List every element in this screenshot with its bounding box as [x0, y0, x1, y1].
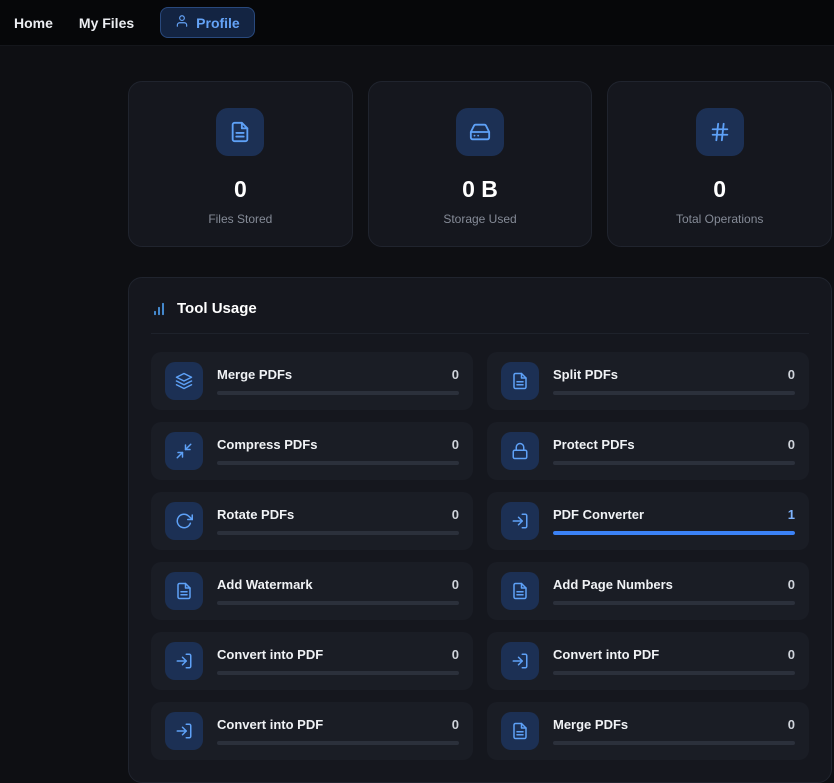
tool-count: 0 [451, 647, 459, 662]
total-operations-value: 0 [713, 176, 727, 202]
storage-used-label: Storage Used [443, 212, 517, 226]
file-text-icon [501, 712, 539, 750]
tool-label: PDF Converter [553, 507, 645, 522]
tool-progress-track [217, 671, 459, 675]
tool-label: Split PDFs [553, 367, 619, 382]
file-text-icon [501, 362, 539, 400]
tool-usage-item: Merge PDFs 0 [151, 352, 473, 410]
import-icon [501, 502, 539, 540]
tool-usage-item: Add Watermark 0 [151, 562, 473, 620]
minimize-icon [165, 432, 203, 470]
tool-progress-track [553, 601, 795, 605]
tool-usage-item: Convert into PDF 0 [487, 632, 809, 690]
tool-progress-fill [553, 531, 795, 535]
stat-card-total-operations: 0 Total Operations [607, 81, 833, 247]
tool-label: Merge PDFs [553, 717, 629, 732]
tool-usage-grid: Merge PDFs 0 Split PDFs 0 Compress PDFs … [151, 352, 809, 760]
tool-count: 0 [787, 437, 795, 452]
total-operations-label: Total Operations [675, 212, 764, 226]
stat-card-files-stored: 0 Files Stored [128, 81, 353, 247]
tool-usage-item: Protect PDFs 0 [487, 422, 809, 480]
tool-progress-track [553, 671, 795, 675]
rotate-cw-icon [165, 502, 203, 540]
tool-usage-card: Tool Usage Merge PDFs 0 Split PDFs 0 Com… [128, 277, 832, 783]
file-text-icon [165, 572, 203, 610]
tool-progress-track [553, 461, 795, 465]
tool-count: 1 [787, 507, 795, 522]
stats-row: 0 Files Stored 0 B Storage Used 0 Total … [128, 81, 833, 247]
tool-label: Add Watermark [217, 577, 313, 592]
tool-count: 0 [787, 367, 795, 382]
nav-item-home[interactable]: Home [14, 15, 53, 31]
files-stored-label: Files Stored [208, 212, 273, 226]
tool-label: Add Page Numbers [553, 577, 673, 592]
import-icon [501, 642, 539, 680]
tool-progress-track [217, 461, 459, 465]
tool-usage-item: Rotate PDFs 0 [151, 492, 473, 550]
tool-label: Protect PDFs [553, 437, 635, 452]
hard-drive-icon [456, 108, 504, 156]
nav-profile-label: Profile [196, 14, 240, 31]
tool-progress-track [217, 531, 459, 535]
tool-usage-item: Add Page Numbers 0 [487, 562, 809, 620]
stat-card-storage-used: 0 B Storage Used [367, 81, 593, 247]
tool-usage-item: Convert into PDF 0 [151, 632, 473, 690]
user-icon [175, 14, 189, 31]
tool-progress-track [553, 531, 795, 535]
tool-count: 0 [787, 717, 795, 732]
tool-usage-header: Tool Usage [151, 300, 809, 334]
tool-progress-track [217, 391, 459, 395]
tool-label: Rotate PDFs [217, 507, 295, 522]
import-icon [165, 712, 203, 750]
layers-icon [165, 362, 203, 400]
tool-count: 0 [451, 577, 459, 592]
tool-label: Convert into PDF [553, 647, 660, 662]
tool-usage-item: Split PDFs 0 [487, 352, 809, 410]
tool-label: Merge PDFs [217, 367, 293, 382]
tool-count: 0 [787, 577, 795, 592]
files-stored-value: 0 [233, 176, 247, 202]
tool-usage-item: Convert into PDF 0 [151, 702, 473, 760]
main-content: 0 Files Stored 0 B Storage Used 0 Total … [0, 46, 834, 783]
tool-count: 0 [451, 507, 459, 522]
tool-count: 0 [451, 717, 459, 732]
nav-item-my-files[interactable]: My Files [79, 15, 134, 31]
tool-label: Compress PDFs [217, 437, 318, 452]
tool-usage-item: Merge PDFs 0 [487, 702, 809, 760]
file-text-icon [501, 572, 539, 610]
bar-chart-icon [151, 301, 167, 317]
tool-label: Convert into PDF [217, 647, 324, 662]
hash-icon [695, 108, 744, 156]
tool-count: 0 [451, 367, 459, 382]
storage-used-value: 0 B [462, 176, 498, 202]
tool-progress-track [553, 391, 795, 395]
nav-item-profile[interactable]: Profile [160, 7, 255, 38]
tool-count: 0 [787, 647, 795, 662]
lock-icon [501, 432, 539, 470]
tool-usage-item: PDF Converter 1 [487, 492, 809, 550]
tool-usage-item: Compress PDFs 0 [151, 422, 473, 480]
tool-progress-track [553, 741, 795, 745]
tool-label: Convert into PDF [217, 717, 324, 732]
import-icon [165, 642, 203, 680]
file-text-icon [216, 108, 265, 156]
tool-count: 0 [451, 437, 459, 452]
navbar: Home My Files Profile [0, 0, 834, 46]
tool-progress-track [217, 741, 459, 745]
tool-progress-track [217, 601, 459, 605]
tool-usage-title: Tool Usage [177, 300, 257, 317]
